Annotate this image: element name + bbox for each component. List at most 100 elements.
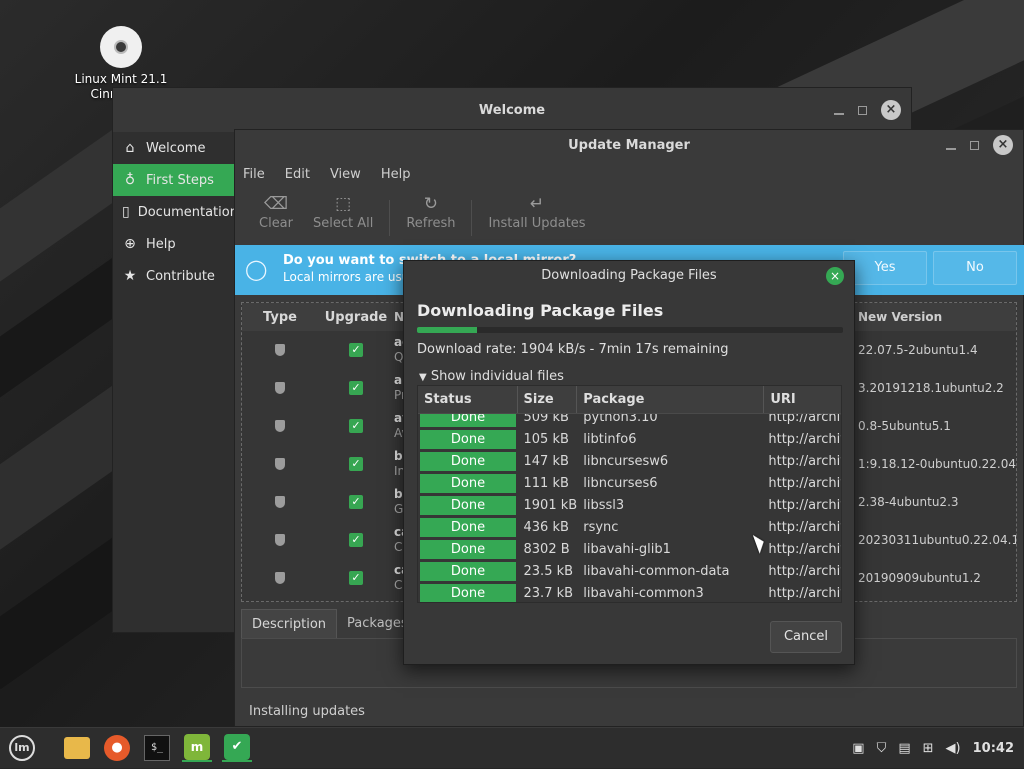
maximize-icon[interactable] — [858, 105, 867, 115]
system-tray: ▣ ⛉ ▤ ⊞ ◀) 10:42 — [852, 728, 1014, 769]
lightbulb-icon: ♁ — [124, 172, 136, 188]
sidebar-item-help[interactable]: ⊕ Help — [113, 228, 235, 260]
welcome-titlebar[interactable]: Welcome × — [113, 88, 911, 132]
file-row[interactable]: Done 111 kB libncurses6 http://archive — [418, 472, 841, 494]
taskbar: lm ● $_ m ✔ ▣ ⛉ ▤ ⊞ ◀) 10:42 — [0, 727, 1024, 768]
refresh-button[interactable]: ↻ Refresh — [396, 194, 465, 231]
close-icon[interactable]: × — [826, 267, 844, 285]
firefox-launcher[interactable]: ● — [102, 734, 132, 762]
sidebar-item-label: Welcome — [146, 140, 206, 156]
disc-icon — [100, 26, 142, 68]
upgrade-cell: ✓ — [318, 343, 394, 357]
menu-edit[interactable]: Edit — [285, 167, 310, 182]
upgrade-checkbox[interactable]: ✓ — [349, 381, 363, 395]
file-row[interactable]: Done 23.7 kB libavahi-common3 http://archiv… — [418, 582, 841, 602]
refresh-icon: ↻ — [423, 194, 439, 214]
install-icon: ↵ — [529, 194, 545, 214]
files-launcher[interactable] — [62, 734, 92, 762]
sidebar-item-documentation[interactable]: ▯ Documentation — [113, 196, 238, 228]
select-all-label: Select All — [313, 216, 374, 231]
yes-button[interactable]: Yes — [843, 251, 927, 285]
start-menu-button[interactable]: lm — [6, 734, 38, 762]
new-version-cell: 22.07.5-2ubuntu1.4 — [858, 343, 978, 357]
file-row[interactable]: Done 436 kB rsync http://archive — [418, 516, 841, 538]
column-upgrade[interactable]: Upgrade — [318, 310, 394, 325]
package-cell: libncursesw6 — [583, 453, 669, 469]
package-cell: libavahi-common-data — [583, 563, 730, 579]
column-type[interactable]: Type — [242, 310, 318, 325]
status-badge: Done — [420, 539, 516, 559]
column-status[interactable]: Status — [418, 386, 518, 413]
sidebar-item-welcome[interactable]: ⌂ Welcome — [113, 132, 235, 164]
column-package[interactable]: Package — [577, 386, 765, 413]
select-all-icon: ⬚ — [335, 194, 352, 214]
clipboard-icon[interactable]: ▤ — [898, 741, 910, 756]
file-row[interactable]: Done 23.5 kB libavahi-common-data http://ar… — [418, 560, 841, 582]
sidebar-item-contribute[interactable]: ★ Contribute — [113, 260, 235, 292]
minimize-icon[interactable] — [834, 113, 844, 115]
uri-cell: http://archive — [768, 585, 841, 601]
home-icon: ⌂ — [125, 140, 135, 156]
size-cell: 23.5 kB — [523, 563, 574, 579]
type-cell — [242, 572, 318, 584]
tab-description[interactable]: Description — [241, 609, 338, 639]
file-row[interactable]: Done 105 kB libtinfo6 http://archive — [418, 428, 841, 450]
status-badge: Done — [420, 583, 516, 602]
firefox-icon: ● — [104, 735, 130, 761]
type-cell — [242, 420, 318, 432]
size-cell: 1901 kB — [523, 497, 578, 513]
network-icon[interactable]: ⊞ — [923, 741, 934, 756]
status-cell: Done — [418, 473, 518, 493]
close-icon[interactable]: × — [881, 100, 901, 120]
column-new-version[interactable]: New Version — [858, 310, 942, 324]
notification-icon[interactable]: ▣ — [852, 741, 864, 756]
volume-icon[interactable]: ◀) — [946, 741, 961, 756]
download-rate-text: Download rate: 1904 kB/s - 7min 17s rema… — [417, 342, 729, 357]
show-files-expander[interactable]: ▼ Show individual files — [419, 369, 564, 384]
select-all-button[interactable]: ⬚ Select All — [303, 194, 383, 231]
uri-cell: http://archive — [768, 475, 841, 491]
upgrade-checkbox[interactable]: ✓ — [349, 343, 363, 357]
menu-view[interactable]: View — [330, 167, 361, 182]
terminal-launcher[interactable]: $_ — [142, 734, 172, 762]
minimize-icon[interactable] — [946, 148, 956, 150]
new-version-cell: 1:9.18.12-0ubuntu0.22.04.1 — [858, 457, 1017, 471]
close-icon[interactable]: × — [993, 135, 1013, 155]
security-shield-icon — [275, 534, 285, 546]
files-table-header: Status Size Package URI — [418, 386, 841, 414]
lifebuoy-icon: ⊕ — [124, 236, 136, 252]
status-badge: Done — [420, 451, 516, 471]
upgrade-checkbox[interactable]: ✓ — [349, 571, 363, 585]
cancel-button[interactable]: Cancel — [770, 621, 842, 653]
security-shield-icon — [275, 420, 285, 432]
file-row[interactable]: Done 1901 kB libssl3 http://archive — [418, 494, 841, 516]
file-row[interactable]: Done 147 kB libncursesw6 http://archive — [418, 450, 841, 472]
upgrade-checkbox[interactable]: ✓ — [349, 419, 363, 433]
update-manager-titlebar[interactable]: Update Manager × — [235, 130, 1023, 160]
terminal-icon: $_ — [144, 735, 170, 761]
upgrade-checkbox[interactable]: ✓ — [349, 533, 363, 547]
update-manager-task[interactable]: ✔ — [222, 734, 252, 762]
maximize-icon[interactable] — [970, 140, 979, 150]
menu-file[interactable]: File — [243, 167, 265, 182]
upgrade-cell: ✓ — [318, 457, 394, 471]
update-shield-icon[interactable]: ⛉ — [877, 741, 887, 756]
upgrade-checkbox[interactable]: ✓ — [349, 457, 363, 471]
clock[interactable]: 10:42 — [973, 741, 1014, 756]
no-button[interactable]: No — [933, 251, 1017, 285]
sidebar-item-first-steps[interactable]: ♁ First Steps — [113, 164, 235, 196]
status-cell: Done — [418, 583, 518, 602]
column-size[interactable]: Size — [518, 386, 578, 413]
column-uri[interactable]: URI — [764, 386, 841, 413]
file-row[interactable]: Done 8302 B libavahi-glib1 http://archive — [418, 538, 841, 560]
status-badge: Done — [420, 473, 516, 493]
welcome-task[interactable]: m — [182, 734, 212, 762]
toolbar-separator — [471, 200, 473, 236]
install-updates-button[interactable]: ↵ Install Updates — [478, 194, 595, 231]
menu-help[interactable]: Help — [381, 167, 411, 182]
clear-button[interactable]: ⌫ Clear — [249, 194, 303, 231]
upgrade-checkbox[interactable]: ✓ — [349, 495, 363, 509]
download-dialog-titlebar[interactable]: Downloading Package Files × — [404, 261, 854, 291]
upgrade-cell: ✓ — [318, 533, 394, 547]
status-badge: Done — [420, 429, 516, 449]
